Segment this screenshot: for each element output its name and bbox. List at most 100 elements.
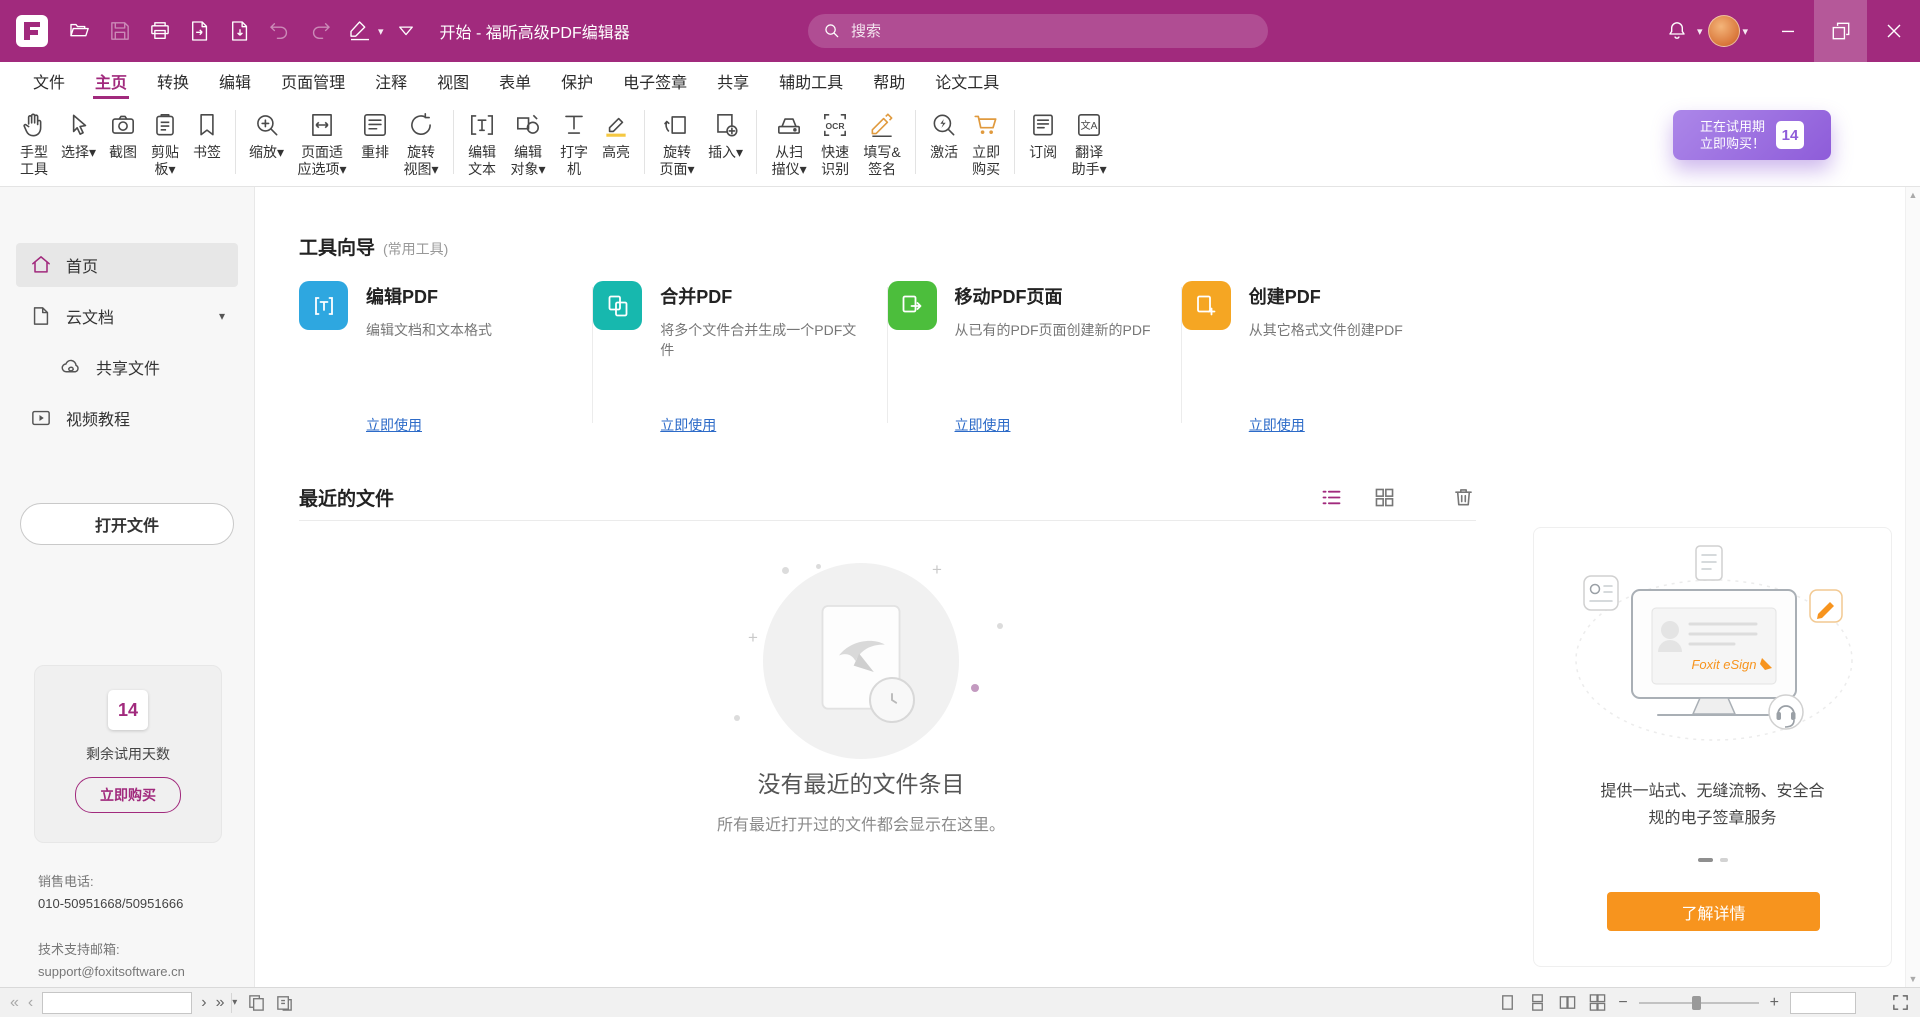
highlight-button[interactable]: 高亮 bbox=[596, 108, 636, 163]
continuous-view-icon[interactable] bbox=[1528, 993, 1547, 1012]
page-number-box[interactable]: ▾ bbox=[42, 992, 192, 1014]
zoom-out-button[interactable]: − bbox=[1618, 995, 1627, 1011]
clipboard-button[interactable]: 剪贴板▾ bbox=[145, 108, 185, 180]
zoom-slider[interactable] bbox=[1639, 996, 1759, 1010]
notifications-bell-icon[interactable] bbox=[1659, 13, 1695, 49]
rotate-pages-button[interactable]: 旋转页面▾ bbox=[653, 108, 701, 180]
menu-paper-tools[interactable]: 论文工具 bbox=[920, 62, 1014, 99]
quick-ocr-button[interactable]: OCR快速识别 bbox=[815, 108, 855, 180]
esign-caret-icon[interactable]: ▾ bbox=[378, 25, 384, 38]
trial-buy-badge[interactable]: 正在试用期 立即购买！ 14 bbox=[1673, 110, 1831, 160]
page-number-caret-icon[interactable]: ▾ bbox=[231, 993, 237, 1013]
zoom-slider-handle[interactable] bbox=[1692, 996, 1701, 1010]
menu-file[interactable]: 文件 bbox=[18, 62, 80, 99]
menu-protect[interactable]: 保护 bbox=[546, 62, 608, 99]
menu-form[interactable]: 表单 bbox=[484, 62, 546, 99]
tool-card-edit-pdf[interactable]: 编辑PDF 编辑文档和文本格式 立即使用 bbox=[299, 281, 593, 439]
close-button[interactable] bbox=[1867, 0, 1920, 62]
sidebar-item-cloud-docs[interactable]: 云文档 ▾ bbox=[16, 294, 238, 338]
esign-quick-icon[interactable] bbox=[342, 13, 378, 49]
search-bar[interactable] bbox=[808, 14, 1268, 48]
undo-icon[interactable] bbox=[262, 13, 298, 49]
list-view-icon[interactable] bbox=[1319, 485, 1344, 510]
menu-share[interactable]: 共享 bbox=[702, 62, 764, 99]
sidebar-item-video-tutorials[interactable]: 视频教程 bbox=[16, 396, 238, 440]
menu-esign[interactable]: 电子签章 bbox=[608, 62, 702, 99]
fullscreen-icon[interactable] bbox=[1891, 993, 1910, 1012]
save-icon[interactable] bbox=[102, 13, 138, 49]
carousel-dot-active[interactable] bbox=[1698, 858, 1713, 862]
menu-edit[interactable]: 编辑 bbox=[204, 62, 266, 99]
user-avatar[interactable] bbox=[1708, 15, 1740, 47]
last-page-button[interactable]: » bbox=[216, 995, 225, 1011]
edit-text-button[interactable]: 编辑文本 bbox=[462, 108, 502, 180]
from-scanner-button[interactable]: 从扫描仪▾ bbox=[765, 108, 813, 180]
export-pdf-icon[interactable] bbox=[182, 13, 218, 49]
scroll-up-icon[interactable]: ▲ bbox=[1909, 190, 1918, 200]
menu-convert[interactable]: 转换 bbox=[142, 62, 204, 99]
tool-card-move-pages[interactable]: 移动PDF页面 从已有的PDF页面创建新的PDF 立即使用 bbox=[888, 281, 1182, 439]
duplicate-page-icon[interactable] bbox=[275, 993, 294, 1012]
zoom-button[interactable]: 缩放▾ bbox=[244, 108, 289, 163]
sidebar-item-home[interactable]: 首页 bbox=[16, 243, 238, 287]
redo-icon[interactable] bbox=[302, 13, 338, 49]
menu-accessibility[interactable]: 辅助工具 bbox=[764, 62, 858, 99]
open-file-button[interactable]: 打开文件 bbox=[20, 503, 234, 545]
use-now-link[interactable]: 立即使用 bbox=[1249, 415, 1305, 435]
fill-sign-button[interactable]: 填写&签名 bbox=[857, 108, 907, 180]
menu-home[interactable]: 主页 bbox=[80, 62, 142, 99]
use-now-link[interactable]: 立即使用 bbox=[955, 415, 1011, 435]
import-pdf-icon[interactable] bbox=[222, 13, 258, 49]
zoom-percent-input[interactable] bbox=[1791, 993, 1855, 1013]
account-caret-icon[interactable]: ▾ bbox=[1742, 25, 1748, 38]
content-scrollbar[interactable]: ▲ ▼ bbox=[1905, 187, 1920, 987]
search-input[interactable] bbox=[851, 23, 1254, 40]
typewriter-button[interactable]: 打字机 bbox=[554, 108, 594, 180]
copy-page-icon[interactable] bbox=[247, 993, 266, 1012]
restore-button[interactable] bbox=[1814, 0, 1867, 62]
hand-tool-button[interactable]: 手型工具 bbox=[14, 108, 54, 180]
tool-card-create-pdf[interactable]: 创建PDF 从其它格式文件创建PDF 立即使用 bbox=[1182, 281, 1476, 439]
menu-comment[interactable]: 注释 bbox=[360, 62, 422, 99]
sidebar-item-shared-files[interactable]: 共享文件 bbox=[16, 345, 238, 389]
grid-view-icon[interactable] bbox=[1372, 485, 1397, 510]
tool-card-merge-pdf[interactable]: 合并PDF 将多个文件合并生成一个PDF文件 立即使用 bbox=[593, 281, 887, 439]
zoom-in-button[interactable]: + bbox=[1770, 995, 1779, 1011]
menu-help[interactable]: 帮助 bbox=[858, 62, 920, 99]
select-tool-button[interactable]: 选择▾ bbox=[56, 108, 101, 163]
use-now-link[interactable]: 立即使用 bbox=[660, 415, 716, 435]
trash-icon[interactable] bbox=[1451, 485, 1476, 510]
buy-now-pill-button[interactable]: 立即购买 bbox=[75, 777, 181, 813]
use-now-link[interactable]: 立即使用 bbox=[366, 415, 422, 435]
zoom-percent-box[interactable] bbox=[1790, 992, 1856, 1014]
rotate-view-button[interactable]: 旋转视图▾ bbox=[397, 108, 445, 180]
snapshot-button[interactable]: 截图 bbox=[103, 108, 143, 163]
next-page-button[interactable]: › bbox=[201, 995, 206, 1011]
learn-more-button[interactable]: 了解详情 bbox=[1607, 892, 1820, 931]
facing-continuous-view-icon[interactable] bbox=[1588, 993, 1607, 1012]
print-icon[interactable] bbox=[142, 13, 178, 49]
reflow-button[interactable]: 重排 bbox=[355, 108, 395, 163]
translate-assistant-button[interactable]: 文A翻译助手▾ bbox=[1065, 108, 1113, 180]
open-file-icon[interactable] bbox=[62, 13, 98, 49]
single-page-view-icon[interactable] bbox=[1498, 993, 1517, 1012]
facing-view-icon[interactable] bbox=[1558, 993, 1577, 1012]
menu-view[interactable]: 视图 bbox=[422, 62, 484, 99]
notifications-caret-icon[interactable]: ▾ bbox=[1697, 25, 1703, 38]
fit-page-options-button[interactable]: 页面适应选项▾ bbox=[291, 108, 353, 180]
carousel-dot[interactable] bbox=[1720, 858, 1728, 862]
buy-now-button[interactable]: 立即购买 bbox=[966, 108, 1006, 180]
carousel-dots[interactable] bbox=[1534, 858, 1891, 862]
support-email-value[interactable]: support@foxitsoftware.cn bbox=[38, 961, 185, 983]
menu-page-organize[interactable]: 页面管理 bbox=[266, 62, 360, 99]
first-page-button[interactable]: « bbox=[10, 995, 19, 1011]
subscribe-button[interactable]: 订阅 bbox=[1023, 108, 1063, 163]
scroll-down-icon[interactable]: ▼ bbox=[1909, 974, 1918, 984]
cloud-docs-caret-icon[interactable]: ▾ bbox=[219, 309, 225, 323]
minimize-button[interactable] bbox=[1761, 0, 1814, 62]
bookmark-button[interactable]: 书签 bbox=[187, 108, 227, 163]
toolbar-options-icon[interactable] bbox=[388, 13, 424, 49]
activate-button[interactable]: 激活 bbox=[924, 108, 964, 163]
insert-pages-button[interactable]: 插入▾ bbox=[703, 108, 748, 163]
previous-page-button[interactable]: ‹ bbox=[28, 995, 33, 1011]
